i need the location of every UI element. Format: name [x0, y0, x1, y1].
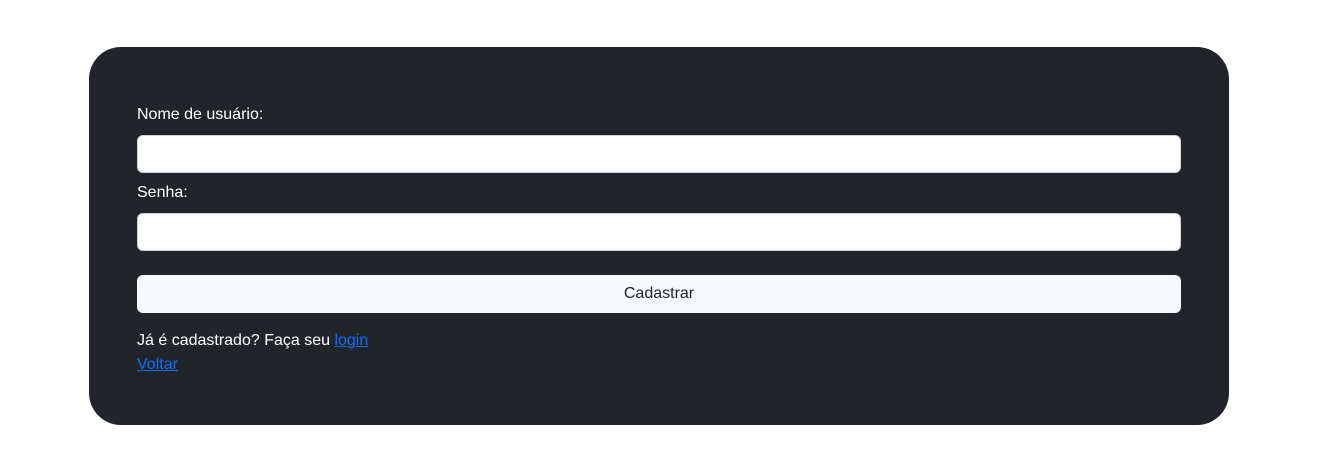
register-button[interactable]: Cadastrar — [137, 275, 1181, 313]
login-prompt-text: Já é cadastrado? Faça seu — [137, 332, 335, 349]
back-link[interactable]: Voltar — [137, 356, 178, 373]
login-prompt: Já é cadastrado? Faça seu login — [137, 332, 368, 350]
password-label: Senha: — [137, 184, 188, 201]
password-input[interactable] — [137, 213, 1181, 251]
username-input[interactable] — [137, 135, 1181, 173]
back-row: Voltar — [137, 356, 178, 374]
register-card: Nome de usuário: Senha: Cadastrar Já é c… — [89, 47, 1229, 425]
login-link[interactable]: login — [334, 332, 368, 349]
username-label: Nome de usuário: — [137, 106, 264, 123]
